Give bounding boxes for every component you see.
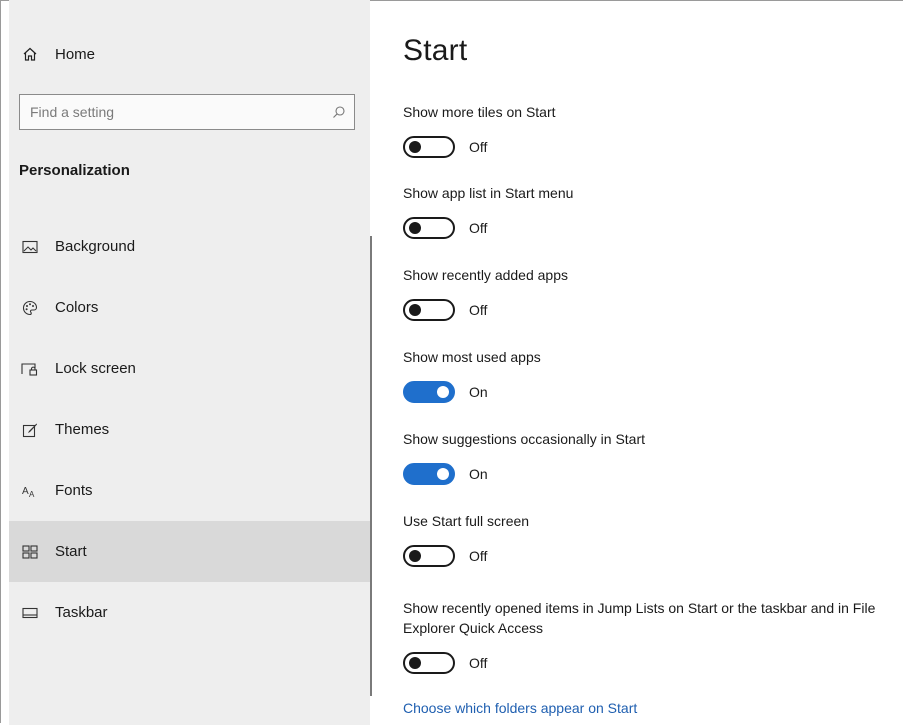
sidebar-item-fonts[interactable]: AA Fonts — [9, 460, 370, 521]
search-input[interactable] — [20, 103, 324, 121]
setting-label: Show recently opened items in Jump Lists… — [403, 600, 876, 636]
toggle-state: Off — [469, 655, 488, 671]
sidebar-scrollbar[interactable] — [370, 236, 372, 696]
toggle-switch-row[interactable]: On — [403, 463, 903, 485]
setting-label: Show suggestions occasionally in Start — [403, 431, 646, 447]
toggle-switch-row[interactable]: On — [403, 381, 903, 403]
toggle-switch[interactable] — [403, 136, 455, 158]
sidebar-item-taskbar[interactable]: Taskbar — [9, 582, 370, 643]
toggle-switch-row[interactable]: Off — [403, 217, 903, 239]
setting-label: Show app list in Start menu — [403, 185, 574, 201]
toggle-switch-row[interactable]: Off — [403, 545, 903, 567]
sidebar-item-start[interactable]: Start — [9, 521, 370, 582]
sidebar-item-label: Home — [55, 45, 96, 63]
setting-label: Show recently added apps — [403, 267, 568, 283]
home-icon — [19, 46, 41, 62]
fonts-icon: AA — [19, 484, 41, 498]
toggle-state: Off — [469, 302, 488, 318]
setting-jump-lists: Show recently opened items in Jump Lists… — [403, 598, 903, 674]
sidebar-item-label: Start — [55, 543, 87, 560]
toggle-switch[interactable] — [403, 652, 455, 674]
toggle-state: On — [469, 466, 488, 482]
brush-icon — [19, 422, 41, 438]
toggle-state: Off — [469, 139, 488, 155]
start-tiles-icon — [19, 544, 41, 559]
toggle-switch[interactable] — [403, 217, 455, 239]
setting-full-screen: Use Start full screen Off — [403, 511, 903, 567]
toggle-switch-row[interactable]: Off — [403, 136, 903, 158]
sidebar-item-label: Background — [55, 238, 136, 255]
toggle-state: On — [469, 384, 488, 400]
setting-show-app-list: Show app list in Start menu Off — [403, 183, 903, 239]
sidebar-item-label: Fonts — [55, 482, 93, 499]
choose-folders-link[interactable]: Choose which folders appear on Start — [403, 700, 637, 716]
sidebar-item-themes[interactable]: Themes — [9, 399, 370, 460]
toggle-switch[interactable] — [403, 545, 455, 567]
toggle-knob — [409, 141, 421, 153]
toggle-state: Off — [469, 548, 488, 564]
sidebar-nav: Background Colors Lock screen Themes AA … — [9, 216, 370, 643]
search-icon[interactable] — [324, 105, 354, 119]
taskbar-icon — [19, 607, 41, 619]
toggle-switch-row[interactable]: Off — [403, 652, 903, 674]
search-box[interactable] — [19, 94, 355, 130]
setting-label: Show more tiles on Start — [403, 104, 556, 120]
toggle-switch[interactable] — [403, 463, 455, 485]
toggle-switch[interactable] — [403, 299, 455, 321]
setting-most-used-apps: Show most used apps On — [403, 347, 903, 403]
page-title: Start — [403, 34, 468, 67]
toggle-knob — [437, 386, 449, 398]
toggle-knob — [409, 222, 421, 234]
setting-suggestions: Show suggestions occasionally in Start O… — [403, 429, 903, 485]
picture-icon — [19, 240, 41, 254]
toggle-knob — [409, 550, 421, 562]
sidebar-item-label: Colors — [55, 299, 99, 316]
toggle-knob — [409, 657, 421, 669]
svg-text:A: A — [22, 486, 29, 497]
toggle-state: Off — [469, 220, 488, 236]
sidebar-item-background[interactable]: Background — [9, 216, 370, 277]
toggle-knob — [409, 304, 421, 316]
svg-text:A: A — [29, 490, 35, 498]
lock-screen-icon — [19, 362, 41, 376]
section-title: Personalization — [19, 162, 130, 179]
setting-show-more-tiles: Show more tiles on Start Off — [403, 102, 903, 158]
sidebar-item-colors[interactable]: Colors — [9, 277, 370, 338]
sidebar-item-lock-screen[interactable]: Lock screen — [9, 338, 370, 399]
toggle-knob — [437, 468, 449, 480]
toggle-switch-row[interactable]: Off — [403, 299, 903, 321]
setting-recently-added-apps: Show recently added apps Off — [403, 265, 903, 321]
palette-icon — [19, 300, 41, 316]
setting-label: Show most used apps — [403, 349, 541, 365]
sidebar-item-label: Lock screen — [55, 360, 136, 377]
sidebar-item-label: Taskbar — [55, 604, 108, 621]
setting-label: Use Start full screen — [403, 513, 530, 529]
sidebar-item-label: Themes — [55, 421, 110, 438]
sidebar-item-home[interactable]: Home — [19, 38, 339, 70]
toggle-switch[interactable] — [403, 381, 455, 403]
